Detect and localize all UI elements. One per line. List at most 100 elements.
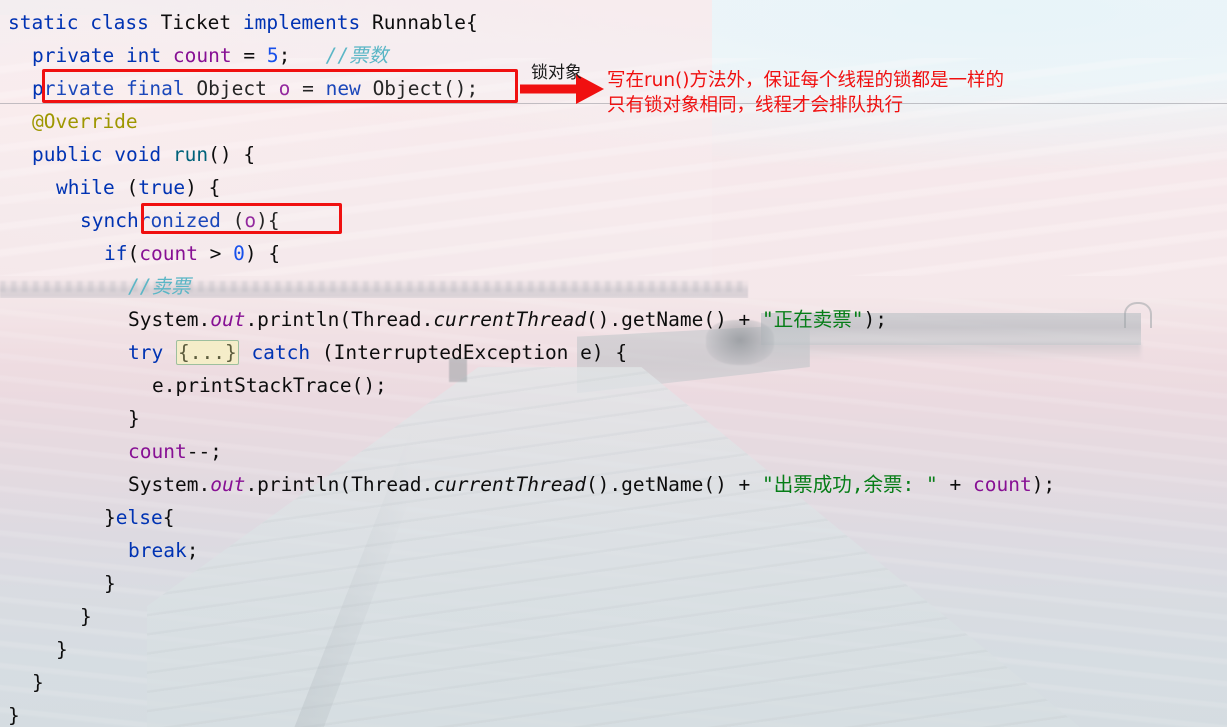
code-token: . [421, 308, 434, 331]
code-token: ) { [185, 176, 221, 199]
code-token: "出票成功,余票: " [762, 473, 938, 496]
code-token: try [128, 341, 164, 364]
code-line[interactable]: break; [128, 534, 198, 567]
code-token: else [115, 506, 163, 529]
code-token: "正在卖票" [762, 308, 864, 331]
code-token: ( [310, 341, 334, 364]
code-token: { [465, 11, 478, 34]
code-line[interactable]: System.out.println(Thread.currentThread(… [128, 303, 887, 336]
code-token: public [32, 143, 103, 166]
code-token: Thread [351, 473, 422, 496]
code-line[interactable]: if(count > 0) { [104, 237, 280, 270]
code-token: 0 [233, 242, 245, 265]
code-fold-chip[interactable]: {...} [175, 340, 239, 365]
code-line[interactable]: public void run() { [32, 138, 255, 171]
code-line[interactable]: } [8, 699, 20, 727]
code-token: = [231, 44, 267, 67]
code-token: ; [186, 539, 199, 562]
code-token: catch [251, 341, 311, 364]
code-token: ; [278, 44, 291, 67]
code-token: InterruptedException [333, 341, 569, 364]
code-token: } [56, 638, 68, 661]
code-token: static [8, 11, 79, 34]
code-token: { [162, 506, 175, 529]
code-token: 5 [266, 44, 279, 67]
code-token: //卖票 [128, 275, 191, 298]
code-token: ) { [244, 242, 281, 265]
code-line[interactable]: while (true) { [56, 171, 220, 204]
code-token: System [128, 308, 199, 331]
code-line[interactable]: System.out.println(Thread.currentThread(… [128, 468, 1055, 501]
code-token: > [197, 242, 234, 265]
code-token: implements [242, 11, 361, 34]
code-line[interactable]: private int count = 5; //票数 [32, 39, 388, 72]
code-line[interactable]: static class Ticket implements Runnable{ [8, 6, 478, 39]
code-token: ( [114, 176, 139, 199]
code-token: ); [863, 308, 888, 331]
code-line[interactable]: try {...} catch (InterruptedException e)… [128, 336, 627, 369]
annotation-note-line: 只有锁对象相同，线程才会排队执行 [607, 95, 904, 116]
code-token: //票数 [325, 44, 389, 67]
lock-object-declaration-box [42, 69, 518, 103]
arrow-shaft [520, 84, 578, 94]
code-token: e) { [568, 341, 628, 364]
code-token: .println( [245, 308, 352, 331]
code-token: ); [1031, 473, 1056, 496]
synchronized-block-box [141, 203, 342, 234]
code-line[interactable]: } [56, 633, 68, 666]
code-token: while [56, 176, 115, 199]
code-token: count [172, 44, 232, 67]
code-token: . [198, 473, 211, 496]
code-token: true [138, 176, 186, 199]
code-token: } [8, 704, 20, 727]
code-line[interactable]: count--; [128, 435, 222, 468]
code-token: } [128, 407, 140, 430]
code-token: @Override [32, 110, 138, 133]
code-token: . [421, 473, 434, 496]
code-token: () { [208, 143, 256, 166]
code-token: currentThread [433, 473, 586, 496]
code-token: void [114, 143, 162, 166]
code-token: } [104, 572, 116, 595]
code-line[interactable]: } [80, 600, 92, 633]
annotation-note-line: 写在run()方法外，保证每个线程的锁都是一样的 [607, 70, 1004, 91]
code-token: class [90, 11, 149, 34]
code-token: Runnable [372, 11, 466, 34]
code-line[interactable]: @Override [32, 105, 138, 138]
code-token: ( [127, 242, 140, 265]
code-token: count [139, 242, 198, 265]
code-line[interactable]: } [104, 567, 116, 600]
code-line[interactable]: e.printStackTrace(); [152, 369, 387, 402]
code-token: if [104, 242, 128, 265]
code-token: } [104, 506, 116, 529]
code-token: private [32, 44, 115, 67]
code-token: } [80, 605, 92, 628]
code-token: currentThread [433, 308, 586, 331]
code-token: Ticket [160, 11, 232, 34]
code-line[interactable]: }else{ [104, 501, 174, 534]
code-token: --; [186, 440, 222, 463]
code-token: e.printStackTrace(); [152, 374, 387, 397]
code-token: break [128, 539, 187, 562]
code-line[interactable]: //卖票 [128, 270, 190, 303]
code-token: out [210, 308, 246, 331]
code-token: ().getName() + [585, 473, 763, 496]
code-token: Thread [351, 308, 422, 331]
code-token: + [937, 473, 973, 496]
code-token: } [32, 671, 44, 694]
code-token: count [972, 473, 1032, 496]
code-token: run [172, 143, 209, 166]
code-line[interactable]: } [128, 402, 140, 435]
code-token: out [210, 473, 246, 496]
code-line[interactable]: } [32, 666, 44, 699]
